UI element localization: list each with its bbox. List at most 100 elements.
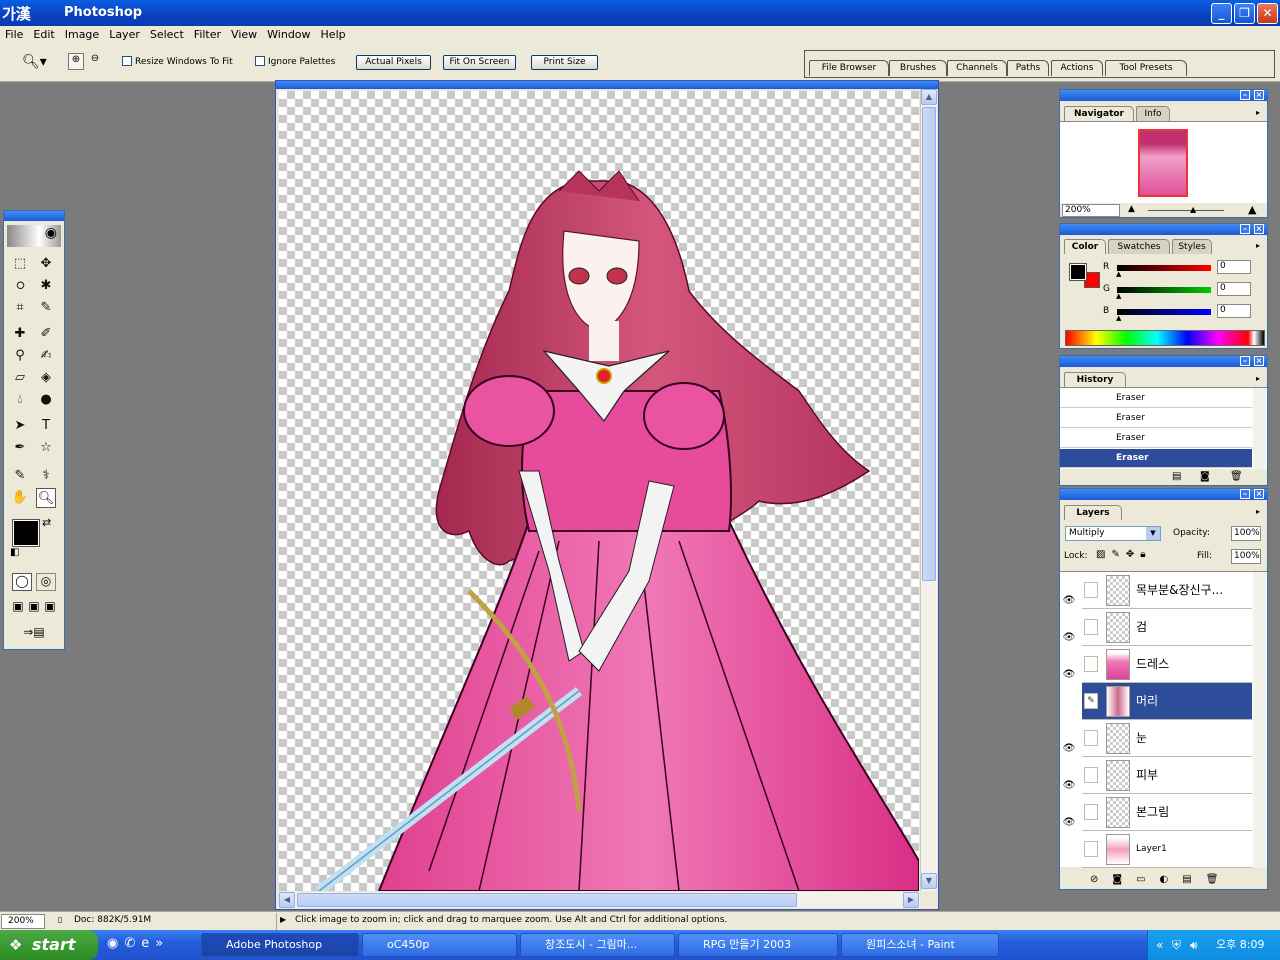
scroll-up-icon[interactable]: ▲ bbox=[921, 89, 937, 105]
red-value-field[interactable]: 0 bbox=[1217, 260, 1251, 274]
history-item[interactable]: Eraser bbox=[1060, 409, 1252, 428]
lasso-tool-icon[interactable]: ഠ bbox=[10, 276, 30, 296]
layer-row-selected[interactable]: 👁︎ ✎ 머리 bbox=[1063, 683, 1252, 720]
start-button[interactable]: ❖ start bbox=[0, 930, 98, 960]
delete-state-icon[interactable]: 🗑︎ bbox=[1230, 471, 1243, 482]
layer-row[interactable]: 👁︎ 피부 bbox=[1063, 757, 1252, 794]
task-paint[interactable]: 원피스소녀 - Paint bbox=[841, 933, 999, 957]
tab-history[interactable]: History bbox=[1064, 372, 1126, 387]
color-fg-swatch[interactable] bbox=[1069, 263, 1087, 281]
tab-tool-presets[interactable]: Tool Presets bbox=[1105, 60, 1187, 76]
actual-pixels-button[interactable]: Actual Pixels bbox=[356, 55, 431, 70]
history-brush-icon[interactable]: ✍ bbox=[36, 346, 56, 366]
red-slider-thumb[interactable]: ▲ bbox=[1116, 270, 1121, 278]
opacity-field[interactable]: 100% bbox=[1231, 526, 1261, 541]
print-size-button[interactable]: Print Size bbox=[531, 55, 598, 70]
layer-link-box[interactable] bbox=[1084, 730, 1098, 746]
swap-colors-icon[interactable]: ⇄ bbox=[42, 516, 51, 529]
layer-link-box[interactable] bbox=[1084, 582, 1098, 598]
dodge-tool-icon[interactable]: ● bbox=[36, 390, 56, 410]
blue-value-field[interactable]: 0 bbox=[1217, 304, 1251, 318]
paint-bucket-icon[interactable]: ◈ bbox=[36, 368, 56, 388]
panel-close-icon[interactable]: × bbox=[1254, 356, 1264, 366]
navigator-preview[interactable] bbox=[1060, 121, 1267, 203]
menu-edit[interactable]: Edit bbox=[28, 26, 59, 41]
navigator-zoom-slider[interactable] bbox=[1148, 210, 1224, 211]
layer-link-box[interactable] bbox=[1084, 619, 1098, 635]
tab-color[interactable]: Color bbox=[1064, 239, 1106, 254]
eye-icon[interactable]: 👁︎ bbox=[1062, 582, 1076, 606]
lock-options-icon[interactable]: ▨✎✥🔒︎ bbox=[1096, 549, 1152, 560]
green-slider-thumb[interactable]: ▲ bbox=[1116, 292, 1121, 300]
vertical-scrollbar[interactable]: ▲ ▼ bbox=[920, 89, 937, 891]
new-document-from-state-icon[interactable]: ▤ bbox=[1172, 471, 1181, 482]
green-slider[interactable] bbox=[1117, 287, 1211, 293]
status-zoom-field[interactable]: 200% bbox=[1, 914, 45, 929]
tab-file-browser[interactable]: File Browser bbox=[809, 60, 889, 76]
stamp-tool-icon[interactable]: ⚲ bbox=[10, 346, 30, 366]
history-item[interactable]: Eraser bbox=[1060, 429, 1252, 448]
close-button[interactable]: ✕ bbox=[1257, 3, 1278, 24]
layer-link-box[interactable] bbox=[1084, 804, 1098, 820]
foreground-color-swatch[interactable] bbox=[12, 519, 40, 547]
toolbox-header[interactable] bbox=[4, 211, 64, 221]
ignore-palettes-checkbox[interactable]: Ignore Palettes bbox=[255, 56, 335, 67]
restore-button[interactable]: ❐ bbox=[1234, 3, 1255, 24]
quick-launch-icons[interactable]: ◉✆e» bbox=[107, 936, 169, 951]
quick-mask-icon[interactable]: ◎ bbox=[36, 573, 56, 591]
panel-minimize-icon[interactable]: – bbox=[1240, 356, 1250, 366]
layer-row[interactable]: 👁︎ 목부분&장신구... bbox=[1063, 572, 1252, 609]
layers-panel-header[interactable]: – × bbox=[1060, 489, 1267, 500]
zoom-out-icon[interactable]: ⊖ bbox=[87, 53, 103, 70]
eraser-tool-icon[interactable]: ▱ bbox=[10, 368, 30, 388]
layer-link-box[interactable] bbox=[1084, 841, 1098, 857]
ime-indicator[interactable]: 가漢 bbox=[2, 3, 31, 23]
fill-field[interactable]: 100% bbox=[1231, 549, 1261, 564]
green-value-field[interactable]: 0 bbox=[1217, 282, 1251, 296]
volume-icon[interactable]: 🔊︎ bbox=[1190, 930, 1198, 960]
clock[interactable]: 오후 8:09 bbox=[1216, 930, 1264, 960]
task-rpg-maker[interactable]: RPG 만들기 2003 bbox=[678, 933, 838, 957]
navigator-zoom-thumb[interactable]: ▲ bbox=[1190, 205, 1196, 214]
tab-brushes[interactable]: Brushes bbox=[889, 60, 947, 76]
tray-expand-icon[interactable]: « bbox=[1156, 930, 1163, 960]
slice-tool-icon[interactable]: ✎ bbox=[36, 298, 56, 318]
path-select-icon[interactable]: ➤ bbox=[10, 416, 30, 436]
layer-row[interactable]: 👁︎ 검 bbox=[1063, 609, 1252, 646]
color-panel-header[interactable]: – × bbox=[1060, 224, 1267, 235]
document-title-bar[interactable] bbox=[276, 81, 938, 89]
blend-mode-select[interactable]: Multiply ▼ bbox=[1065, 526, 1161, 541]
tab-swatches[interactable]: Swatches bbox=[1108, 239, 1170, 254]
tab-info[interactable]: Info bbox=[1136, 106, 1170, 121]
panel-menu-icon[interactable]: ▸ bbox=[1256, 374, 1260, 383]
notes-tool-icon[interactable]: ✎ bbox=[10, 466, 30, 486]
zoom-tool-preset-icon[interactable]: 🔍︎▾ bbox=[22, 54, 47, 70]
tab-paths[interactable]: Paths bbox=[1007, 60, 1049, 76]
panel-minimize-icon[interactable]: – bbox=[1240, 224, 1250, 234]
panel-close-icon[interactable]: × bbox=[1254, 90, 1264, 100]
zoom-out-mountain-icon[interactable]: ▲ bbox=[1128, 204, 1135, 214]
chevron-down-icon[interactable]: ▼ bbox=[1146, 527, 1160, 540]
panel-minimize-icon[interactable]: – bbox=[1240, 489, 1250, 499]
task-photoshop[interactable]: Adobe Photoshop bbox=[201, 933, 359, 957]
menu-layer[interactable]: Layer bbox=[104, 26, 145, 41]
layer-actions-icons[interactable]: ⊘◙▭◐▤🗑︎ bbox=[1090, 874, 1232, 885]
blue-slider-thumb[interactable]: ▲ bbox=[1116, 314, 1121, 322]
security-shield-icon[interactable]: ⛨ bbox=[1172, 930, 1181, 960]
marquee-tool-icon[interactable]: ⬚ bbox=[10, 254, 30, 274]
eye-icon[interactable]: 👁︎ bbox=[1062, 730, 1076, 754]
minimize-button[interactable]: _ bbox=[1211, 3, 1232, 24]
fit-on-screen-button[interactable]: Fit On Screen bbox=[443, 55, 516, 70]
zoom-tool-icon[interactable]: 🔍︎ bbox=[36, 488, 56, 508]
crop-tool-icon[interactable]: ⌗ bbox=[10, 298, 30, 318]
jump-to-imageready-icon[interactable]: ⇒▤ bbox=[12, 625, 56, 643]
vertical-scroll-thumb[interactable] bbox=[922, 107, 936, 581]
eyedropper-tool-icon[interactable]: ⚕ bbox=[36, 466, 56, 486]
create-snapshot-icon[interactable]: ◙ bbox=[1200, 471, 1210, 482]
shape-tool-icon[interactable]: ☆ bbox=[36, 438, 56, 458]
blur-tool-icon[interactable]: 💧︎ bbox=[10, 390, 30, 410]
healing-brush-icon[interactable]: ✚ bbox=[10, 324, 30, 344]
layer-row[interactable]: 👁︎Layer1 bbox=[1082, 831, 1252, 868]
screen-mode-standard-icon[interactable]: ▣ bbox=[10, 599, 26, 615]
layer-link-box[interactable] bbox=[1084, 767, 1098, 783]
